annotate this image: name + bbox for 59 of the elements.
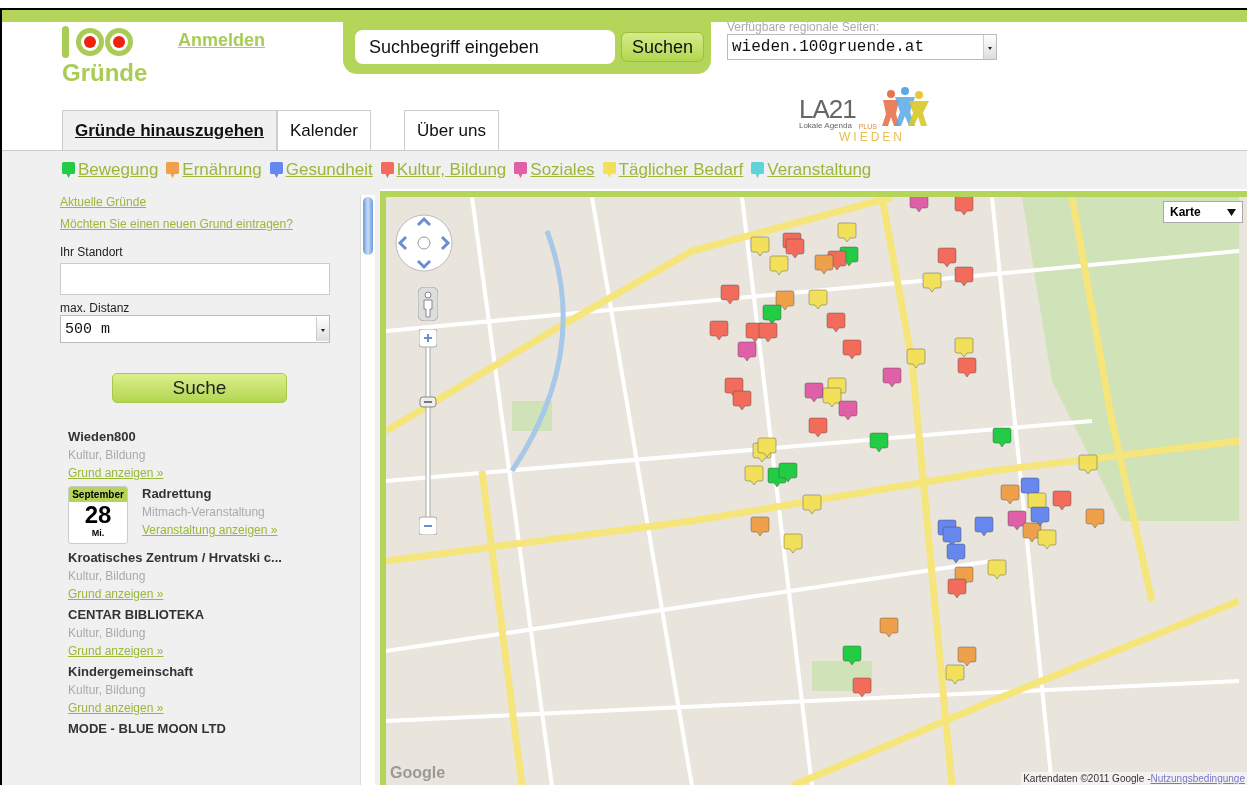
event-link[interactable]: Veranstaltung anzeigen »: [142, 523, 278, 537]
calendar-day: 28: [84, 502, 112, 528]
logo-mark-icon: [62, 24, 134, 60]
category-filter-link[interactable]: Kultur, Bildung: [380, 160, 507, 180]
result-link[interactable]: Grund anzeigen »: [68, 701, 164, 715]
pan-control-icon[interactable]: [394, 213, 454, 273]
result-category: Kultur, Bildung: [68, 683, 147, 697]
category-filter-link[interactable]: Gesundheit: [269, 160, 373, 180]
nav-tab[interactable]: Gründe hinauszugehen: [62, 110, 277, 150]
category-filter-link[interactable]: Bewegung: [62, 160, 159, 180]
partner-logo-subtitle: Lokale Agenda: [798, 121, 853, 130]
result-title: Radrettung: [142, 486, 213, 501]
pegman-icon[interactable]: [418, 287, 438, 321]
result-title: MODE - BLUE MOON LTD: [68, 721, 227, 736]
logo-text: Gründe: [62, 60, 149, 86]
zoom-slider[interactable]: [419, 329, 437, 535]
sidebar-link[interactable]: Möchten Sie einen neuen Grund eintragen?: [60, 217, 360, 231]
partner-logo-district: WIEDEN: [838, 130, 906, 144]
partner-logo-title: LA21: [798, 97, 856, 121]
location-label: Ihr Standort: [60, 245, 124, 259]
result-category: Kultur, Bildung: [68, 626, 147, 640]
result-title: Kindergemeinschaft: [68, 664, 194, 679]
region-label: Verfügbare regionale Seiten:: [727, 20, 881, 34]
result-title: Wieden800: [68, 429, 137, 444]
result-link[interactable]: Grund anzeigen »: [68, 587, 164, 601]
nav-tab[interactable]: Kalender: [276, 110, 371, 150]
caret-icon: [983, 35, 996, 59]
sidebar-link[interactable]: Aktuelle Gründe: [60, 195, 360, 209]
scrollbar[interactable]: [360, 195, 375, 785]
calendar-month: September: [69, 487, 127, 502]
search-field[interactable]: Suchbegriff eingeben: [355, 30, 615, 64]
category-filter-link[interactable]: Ernährung: [166, 160, 262, 180]
result-title: Kroatisches Zentrum / Hrvatski c...: [68, 550, 283, 565]
scroll-thumb[interactable]: [363, 197, 373, 255]
result-category: Mitmach-Veranstaltung: [142, 505, 266, 519]
search-button[interactable]: Suche: [112, 373, 287, 403]
distance-label: max. Distanz: [60, 301, 131, 315]
nav-tab[interactable]: Über uns: [403, 110, 499, 150]
region-select[interactable]: wieden.100gruende.at: [727, 34, 997, 60]
map-provider-logo: Google: [390, 764, 446, 782]
result-category: Kultur, Bildung: [68, 569, 147, 583]
map-attribution: Kartendaten ©2011 Google -: [1023, 773, 1151, 784]
result-link[interactable]: Grund anzeigen »: [68, 644, 164, 658]
login-link[interactable]: Anmelden: [178, 30, 265, 51]
zoom-thumb[interactable]: [419, 396, 437, 408]
result-category: Kultur, Bildung: [68, 448, 147, 462]
terms-link[interactable]: Nutzungsbedingunge: [1150, 773, 1245, 784]
result-link[interactable]: Grund anzeigen »: [68, 466, 164, 480]
distance-select[interactable]: 500 m: [60, 315, 330, 343]
caret-icon: [316, 317, 329, 341]
category-filter-link[interactable]: Soziales: [514, 160, 595, 180]
result-title: CENTAR BIBLIOTEKA: [68, 607, 206, 622]
category-filter-link[interactable]: Täglicher Bedarf: [602, 160, 744, 180]
location-field[interactable]: [60, 263, 330, 295]
search-button[interactable]: Suchen: [621, 32, 705, 62]
category-filter-link[interactable]: Veranstaltung: [751, 160, 872, 180]
caret-icon: [1227, 208, 1236, 216]
map-type-select[interactable]: Karte: [1163, 201, 1243, 223]
calendar-weekday: Mi.: [91, 528, 105, 538]
